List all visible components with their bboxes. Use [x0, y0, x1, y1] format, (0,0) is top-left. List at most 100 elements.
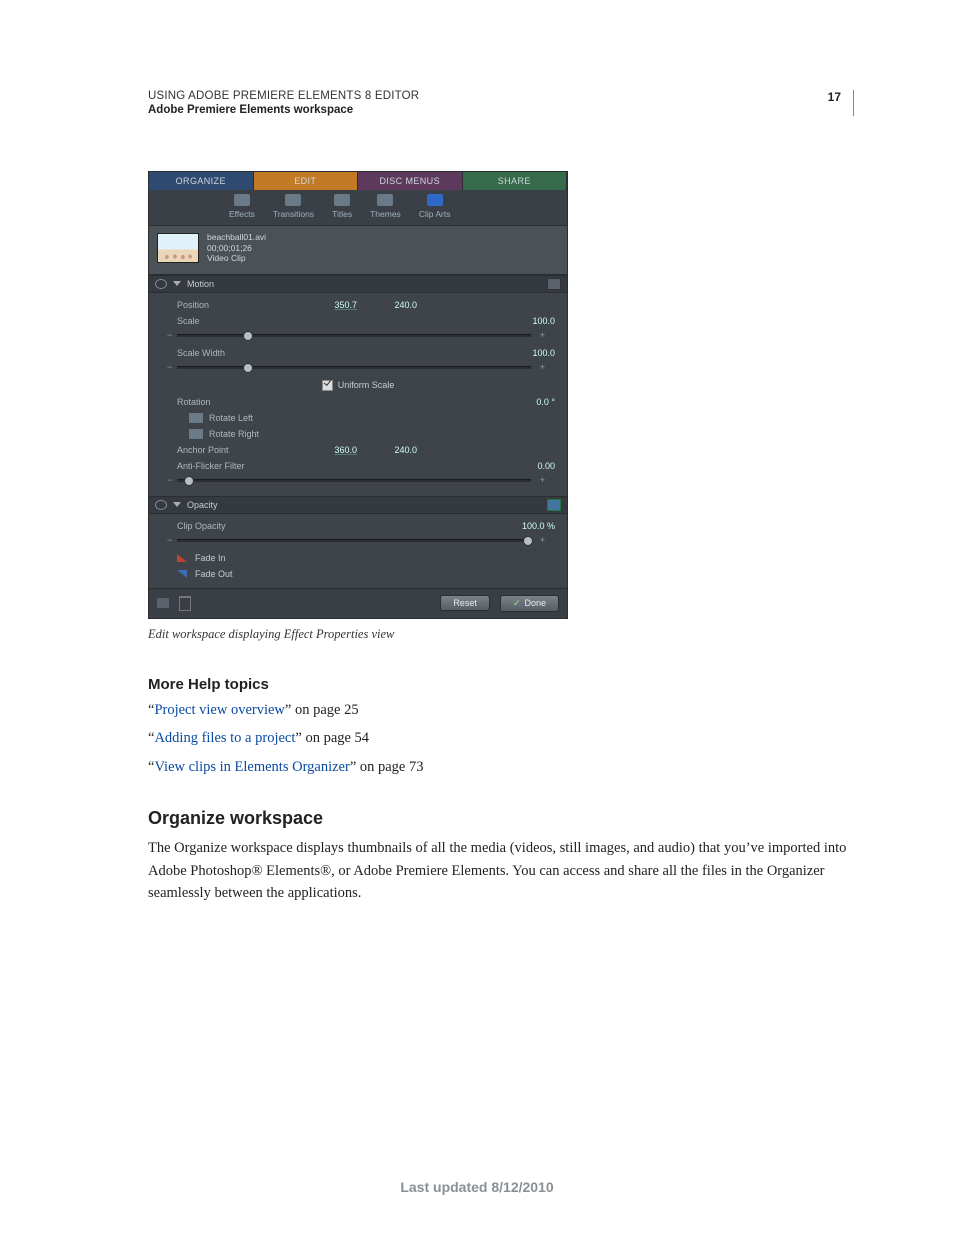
check-icon: ✓ [513, 598, 521, 609]
stopwatch-icon[interactable] [547, 278, 561, 290]
prop-label: Position [177, 300, 297, 310]
minus-icon: − [167, 475, 172, 485]
trash-icon[interactable] [179, 596, 191, 611]
running-header: USING ADOBE PREMIERE ELEMENTS 8 EDITOR A… [148, 90, 854, 116]
minus-icon: − [167, 330, 172, 340]
heading-organize-workspace: Organize workspace [148, 808, 854, 829]
checkbox-label: Uniform Scale [338, 380, 395, 390]
chevron-down-icon[interactable] [173, 502, 181, 507]
section-motion-header[interactable]: Motion [149, 275, 567, 293]
fade-out-label: Fade Out [195, 569, 233, 579]
rotate-right-icon [189, 429, 203, 439]
reset-button[interactable]: Reset [440, 595, 490, 611]
tab-edit[interactable]: EDIT [254, 172, 359, 190]
section-title: Opacity [187, 500, 218, 510]
tool-label: Effects [229, 209, 255, 219]
tool-themes[interactable]: Themes [370, 194, 401, 219]
tool-label: Transitions [273, 209, 314, 219]
checkbox-icon [322, 380, 333, 391]
scale-width-value[interactable]: 100.0 [532, 348, 555, 358]
page-number: 17 [828, 90, 841, 104]
row-scale: Scale 100.0 [149, 313, 567, 329]
eye-icon[interactable] [155, 279, 167, 289]
fade-in-icon [177, 554, 187, 562]
anchor-x[interactable]: 360.0 [297, 445, 357, 455]
help-item: “Adding files to a project” on page 54 [148, 727, 854, 749]
done-button[interactable]: ✓Done [500, 595, 559, 612]
figure-edit-workspace: ORGANIZE EDIT DISC MENUS SHARE Effects T… [148, 171, 566, 642]
tool-label: Titles [332, 209, 352, 219]
figure-caption: Edit workspace displaying Effect Propert… [148, 627, 566, 642]
prop-label: Clip Opacity [177, 521, 297, 531]
rotate-left-label: Rotate Left [209, 413, 253, 423]
footer-last-updated: Last updated 8/12/2010 [0, 1179, 954, 1195]
tool-titles[interactable]: Titles [332, 194, 352, 219]
clip-filename: beachball01.avi [207, 232, 266, 243]
tool-cliparts[interactable]: Clip Arts [419, 194, 451, 219]
button-rotate-right[interactable]: Rotate Right [149, 426, 567, 442]
tool-transitions[interactable]: Transitions [273, 194, 314, 219]
fade-in-label: Fade In [195, 553, 226, 563]
workspace-tabs: ORGANIZE EDIT DISC MENUS SHARE [149, 172, 567, 190]
row-scale-width: Scale Width 100.0 [149, 345, 567, 361]
doc-title: USING ADOBE PREMIERE ELEMENTS 8 EDITOR [148, 90, 419, 102]
minus-icon: − [167, 535, 172, 545]
prop-label: Anchor Point [177, 445, 297, 455]
clip-timecode: 00;00;01;26 [207, 243, 266, 254]
cliparts-icon [427, 194, 443, 206]
checkbox-uniform-scale[interactable]: Uniform Scale [149, 377, 567, 394]
flicker-value[interactable]: 0.00 [537, 461, 555, 471]
position-y[interactable]: 240.0 [357, 300, 417, 310]
button-rotate-left[interactable]: Rotate Left [149, 410, 567, 426]
rotate-left-icon [189, 413, 203, 423]
rotate-right-label: Rotate Right [209, 429, 259, 439]
section-opacity-header[interactable]: Opacity [149, 496, 567, 514]
balance-icon[interactable] [157, 598, 169, 608]
tool-label: Themes [370, 209, 401, 219]
themes-icon [377, 194, 393, 206]
transitions-icon [285, 194, 301, 206]
minus-icon: − [167, 362, 172, 372]
slider-opacity[interactable]: − + [177, 536, 545, 544]
tab-organize[interactable]: ORGANIZE [149, 172, 254, 190]
row-rotation: Rotation 0.0 ° [149, 394, 567, 410]
prop-label: Scale [177, 316, 297, 326]
opacity-value[interactable]: 100.0 % [522, 521, 555, 531]
fx-icon [234, 194, 250, 206]
edit-toolbar: Effects Transitions Titles Themes Clip A… [149, 190, 567, 226]
plus-icon: + [540, 475, 545, 485]
scale-value[interactable]: 100.0 [532, 316, 555, 326]
titles-icon [334, 194, 350, 206]
tool-effects[interactable]: Effects [229, 194, 255, 219]
slider-scale[interactable]: − + [177, 331, 545, 339]
clip-thumbnail[interactable] [157, 233, 199, 263]
heading-more-help: More Help topics [148, 676, 854, 693]
stopwatch-icon[interactable] [547, 499, 561, 511]
row-position: Position 350.7 240.0 [149, 297, 567, 313]
prop-label: Rotation [177, 397, 297, 407]
link-adding-files[interactable]: Adding files to a project [154, 730, 295, 746]
rotation-value[interactable]: 0.0 ° [536, 397, 555, 407]
slider-scale-width[interactable]: − + [177, 363, 545, 371]
screenshot-panel: ORGANIZE EDIT DISC MENUS SHARE Effects T… [148, 171, 568, 619]
tab-share[interactable]: SHARE [463, 172, 568, 190]
button-fade-in[interactable]: Fade In [149, 550, 567, 566]
row-clip-opacity: Clip Opacity 100.0 % [149, 518, 567, 534]
slider-anti-flicker[interactable]: − + [177, 476, 545, 484]
position-x[interactable]: 350.7 [297, 300, 357, 310]
button-fade-out[interactable]: Fade Out [149, 566, 567, 582]
eye-icon[interactable] [155, 500, 167, 510]
link-project-view[interactable]: Project view overview [154, 702, 284, 718]
prop-label: Anti-Flicker Filter [177, 461, 297, 471]
plus-icon: + [540, 535, 545, 545]
tab-disc-menus[interactable]: DISC MENUS [358, 172, 463, 190]
section-title: Motion [187, 279, 214, 289]
chevron-down-icon[interactable] [173, 281, 181, 286]
doc-subtitle: Adobe Premiere Elements workspace [148, 104, 419, 116]
fade-out-icon [177, 570, 187, 578]
row-anti-flicker: Anti-Flicker Filter 0.00 [149, 458, 567, 474]
prop-label: Scale Width [177, 348, 297, 358]
anchor-y[interactable]: 240.0 [357, 445, 417, 455]
link-view-clips[interactable]: View clips in Elements Organizer [154, 759, 349, 775]
clip-info-bar: beachball01.avi 00;00;01;26 Video Clip [149, 226, 567, 275]
